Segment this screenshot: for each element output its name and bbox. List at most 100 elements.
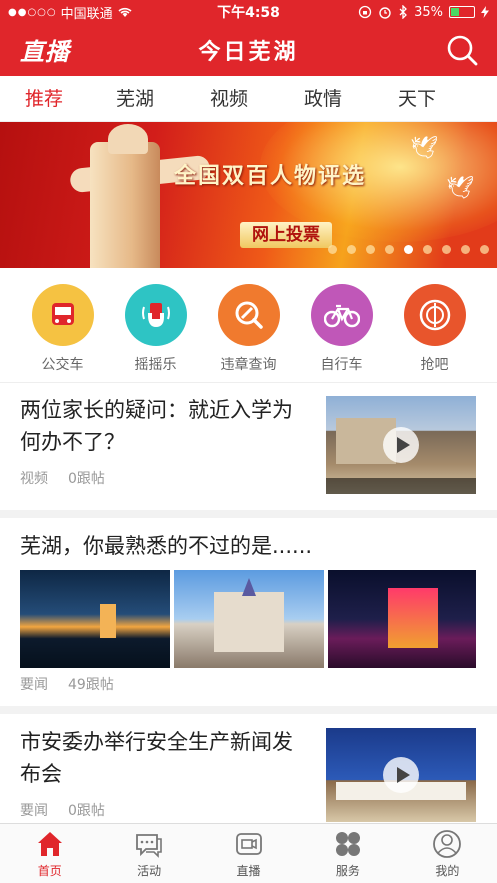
- nav-label: 我的: [435, 863, 460, 878]
- thumb-building-lights: [388, 588, 438, 648]
- nav-activity[interactable]: 活动: [99, 824, 198, 883]
- carousel-dot[interactable]: [385, 245, 394, 254]
- carousel-dot[interactable]: [480, 245, 489, 254]
- carousel-dot[interactable]: [404, 245, 413, 254]
- thumb-castle-spire: [242, 578, 256, 596]
- news-meta: 视频 0跟帖: [20, 468, 105, 488]
- quick-link-violation[interactable]: 违章查询: [202, 284, 295, 380]
- news-title: 两位家长的疑问：就近入学为何办不了？: [20, 398, 293, 454]
- battery-percent: 35%: [414, 4, 443, 20]
- quick-link-label: 自行车: [320, 357, 363, 373]
- wifi-icon: [118, 7, 132, 17]
- quick-link-label: 公交车: [41, 357, 84, 373]
- news-comments: 0跟帖: [68, 471, 105, 487]
- dove-icon: 🕊: [446, 176, 474, 201]
- search-violation-icon: [217, 284, 280, 346]
- thumb-pagoda: [100, 604, 116, 638]
- quick-link-shake[interactable]: 摇摇乐: [109, 284, 202, 380]
- news-comments: 49跟帖: [68, 677, 114, 693]
- carousel-dot[interactable]: [442, 245, 451, 254]
- nav-label: 服务: [335, 863, 360, 878]
- category-tabs: 推荐 芜湖 视频 政情 天下: [0, 76, 497, 122]
- carousel-dot[interactable]: [366, 245, 375, 254]
- live-video-icon: [235, 832, 262, 855]
- news-category: 视频: [20, 471, 48, 487]
- news-title: 芜湖，你最熟悉的不过的是......: [20, 534, 313, 558]
- bicycle-icon: [310, 284, 373, 346]
- banner-huabiao-pillar: [90, 142, 160, 268]
- news-item[interactable]: 市安委办举行安全生产新闻发布会: [20, 726, 310, 790]
- nav-label: 活动: [137, 863, 162, 878]
- grid-icon: [335, 831, 360, 856]
- rotation-lock-icon: [358, 5, 372, 19]
- news-meta: 要闻 49跟帖: [20, 674, 114, 694]
- bluetooth-icon: [399, 5, 408, 19]
- thumb-castle-building: [214, 592, 284, 652]
- charging-icon: [481, 6, 489, 18]
- tab-world[interactable]: 天下: [370, 76, 464, 121]
- news-meta: 要闻 0跟帖: [20, 800, 105, 820]
- banner-vote-button[interactable]: 网上投票: [240, 222, 332, 248]
- quick-link-label: 违章查询: [220, 357, 277, 373]
- nav-profile[interactable]: 我的: [398, 824, 497, 883]
- quick-link-grab[interactable]: 抢吧: [388, 284, 481, 380]
- play-icon[interactable]: [383, 427, 419, 463]
- tab-video[interactable]: 视频: [182, 76, 276, 121]
- banner-huabiao-top: [108, 124, 148, 154]
- quick-links: 公交车 摇摇乐 违章查询 自行车 抢吧: [0, 284, 497, 380]
- page-title: 今日芜湖: [198, 40, 299, 65]
- shake-hand-icon: [124, 284, 187, 346]
- search-icon[interactable]: [445, 33, 479, 67]
- news-comments: 0跟帖: [68, 803, 105, 819]
- carrier-name: 中国联通: [60, 6, 113, 22]
- nav-label: 直播: [236, 863, 261, 878]
- quick-link-bicycle[interactable]: 自行车: [295, 284, 388, 380]
- alarm-icon: [379, 7, 391, 19]
- chat-icon: [136, 833, 162, 858]
- battery-icon: [449, 6, 475, 18]
- tab-wuhu[interactable]: 芜湖: [88, 76, 182, 121]
- tab-recommend[interactable]: 推荐: [0, 76, 88, 121]
- live-logo[interactable]: 直播: [20, 32, 70, 67]
- app-header: 直播 今日芜湖: [0, 24, 497, 76]
- quick-link-bus[interactable]: 公交车: [16, 284, 109, 380]
- status-time: 下午4:58: [217, 5, 280, 21]
- carousel-dot[interactable]: [461, 245, 470, 254]
- news-thumbnail-press-conference[interactable]: [326, 728, 476, 822]
- news-item[interactable]: 两位家长的疑问：就近入学为何办不了？: [20, 394, 310, 458]
- divider: [0, 382, 497, 383]
- divider: [0, 706, 497, 714]
- news-thumbnail-lit-building[interactable]: [328, 570, 476, 668]
- divider: [0, 510, 497, 518]
- nav-label: 首页: [37, 863, 62, 878]
- tab-politics[interactable]: 政情: [276, 76, 370, 121]
- signal-strength: ●●○○○: [8, 6, 57, 18]
- grab-icon: [403, 284, 466, 346]
- news-thumbnail-night-tower[interactable]: [20, 570, 170, 668]
- news-thumbnail-castle[interactable]: [174, 570, 324, 668]
- thumb-caption-bar: [326, 478, 476, 494]
- play-icon[interactable]: [383, 757, 419, 793]
- nav-live[interactable]: 直播: [199, 824, 298, 883]
- news-category: 要闻: [20, 803, 48, 819]
- carousel-indicator: [328, 245, 489, 254]
- news-item[interactable]: 芜湖，你最熟悉的不过的是......: [20, 530, 480, 562]
- bus-icon: [31, 284, 94, 346]
- app-root: ●●○○○ 中国联通 下午4:58 35% 直播 今日芜湖 推荐 芜湖 视频 政…: [0, 0, 497, 883]
- quick-link-label: 抢吧: [420, 357, 449, 373]
- home-icon: [37, 831, 62, 856]
- nav-home[interactable]: 首页: [0, 824, 99, 883]
- banner-carousel[interactable]: 🕊 🕊 全国双百人物评选 网上投票: [0, 122, 497, 268]
- profile-icon: [433, 829, 462, 858]
- nav-service[interactable]: 服务: [298, 824, 397, 883]
- news-category: 要闻: [20, 677, 48, 693]
- news-thumbnail-school-video[interactable]: [326, 396, 476, 494]
- status-bar: ●●○○○ 中国联通 下午4:58 35%: [0, 0, 497, 24]
- banner-headline: 全国双百人物评选: [174, 164, 367, 189]
- bottom-navigation: 首页 活动 直播 服务 我的: [0, 823, 497, 883]
- news-title: 市安委办举行安全生产新闻发布会: [20, 730, 293, 786]
- quick-link-label: 摇摇乐: [134, 357, 177, 373]
- carousel-dot[interactable]: [423, 245, 432, 254]
- carousel-dot[interactable]: [347, 245, 356, 254]
- carousel-dot[interactable]: [328, 245, 337, 254]
